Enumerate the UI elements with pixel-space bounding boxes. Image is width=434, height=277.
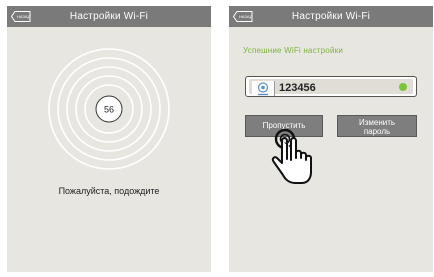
connection-status-icon	[399, 83, 407, 91]
success-message: Успешние WiFi настройки	[243, 46, 343, 55]
wifi-setup-waiting-screen: НАЗАД Настройки Wi-Fi 56 Пожалуйста, под…	[7, 6, 211, 272]
change-password-button[interactable]: Изменить пароль	[337, 115, 417, 137]
pointing-hand-icon	[271, 129, 312, 184]
change-password-label-line1: Изменить	[358, 118, 396, 127]
page-title: Настройки Wi-Fi	[291, 11, 371, 22]
wifi-camera-icon	[252, 81, 275, 96]
change-password-label-line2: пароль	[363, 127, 391, 136]
password-field-inner: 123456	[249, 79, 413, 96]
countdown-rings: 56	[48, 48, 170, 170]
header-bar: НАЗАД Настройки Wi-Fi	[229, 6, 433, 27]
header-bar: НАЗАД Настройки Wi-Fi	[7, 6, 211, 27]
password-value: 123456	[279, 82, 316, 94]
page-title: Настройки Wi-Fi	[69, 11, 149, 22]
wait-message: Пожалуйста, подождите	[58, 186, 160, 196]
countdown-value: 56	[104, 105, 114, 115]
password-field[interactable]: 123456	[245, 76, 417, 97]
wifi-setup-success-screen: НАЗАД Настройки Wi-Fi Успешние WiFi наст…	[229, 6, 433, 272]
